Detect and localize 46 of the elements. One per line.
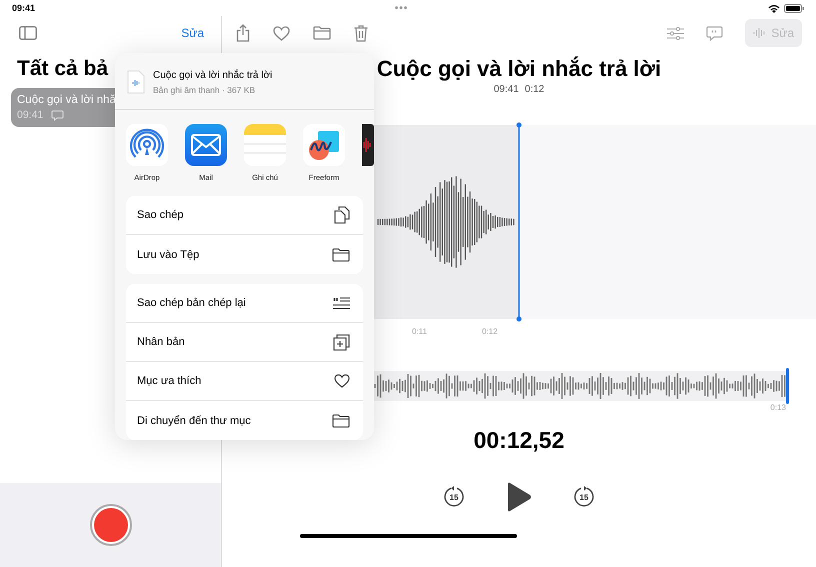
action-row[interactable]: Di chuyển đến thư mục <box>126 401 363 440</box>
skip-back-button[interactable]: 15 <box>442 485 466 509</box>
action-row[interactable]: Lưu vào Tệp <box>126 235 363 274</box>
waveform-icon <box>753 27 766 39</box>
quote-lines-icon <box>333 296 350 310</box>
heart-icon[interactable] <box>273 26 290 40</box>
sidebar-icon[interactable] <box>19 26 37 40</box>
audio-file-icon <box>127 70 145 94</box>
elapsed-time: 00:12,52 <box>472 427 566 454</box>
time-tick-label: 0:12 <box>482 327 498 338</box>
share-icon[interactable] <box>236 24 250 42</box>
status-time: 09:41 <box>12 3 36 13</box>
scrubber-handle[interactable] <box>786 368 789 404</box>
playhead[interactable] <box>516 122 522 322</box>
folder-icon <box>332 248 350 262</box>
recording-time: 09:41 <box>494 84 519 95</box>
folder-icon <box>332 414 350 428</box>
airdrop-icon[interactable] <box>126 124 168 166</box>
action-row[interactable]: Sao chép <box>126 196 363 235</box>
skip-forward-button[interactable]: 15 <box>572 485 596 509</box>
end-time-label: 0:13 <box>770 402 786 414</box>
list-title: Tất cả bả <box>17 57 108 81</box>
battery-icon <box>784 4 804 12</box>
folder-icon[interactable] <box>313 26 331 40</box>
action-row[interactable]: Nhân bản <box>126 323 363 362</box>
sliders-icon[interactable] <box>667 26 684 40</box>
mail-icon[interactable] <box>185 124 227 166</box>
wifi-icon <box>768 4 780 12</box>
play-icon[interactable] <box>506 482 532 512</box>
copy-icon <box>334 206 350 224</box>
time-tick-label: 0:11 <box>412 327 427 338</box>
duplicate-icon <box>333 334 350 350</box>
edit-button[interactable]: Sửa <box>181 24 204 42</box>
heart-icon <box>334 374 350 388</box>
recording-title: Cuộc gọi và lời nhắc trả lời <box>376 56 662 82</box>
action-row[interactable]: Sao chép bản chép lại <box>126 284 363 323</box>
recording-title: Cuộc gọi và lời nhă <box>17 94 117 106</box>
action-row[interactable]: Mục ưa thích <box>126 362 363 401</box>
recording-time: 09:41 <box>17 109 44 121</box>
trash-icon[interactable] <box>354 24 368 42</box>
recording-duration: 0:12 <box>524 84 544 95</box>
record-button[interactable] <box>90 504 132 546</box>
voice-memo-icon[interactable] <box>362 124 374 166</box>
file-title: Cuộc gọi và lời nhắc trả lời <box>153 70 272 80</box>
transcript-icon[interactable] <box>706 26 724 40</box>
freeform-icon[interactable] <box>303 124 345 166</box>
